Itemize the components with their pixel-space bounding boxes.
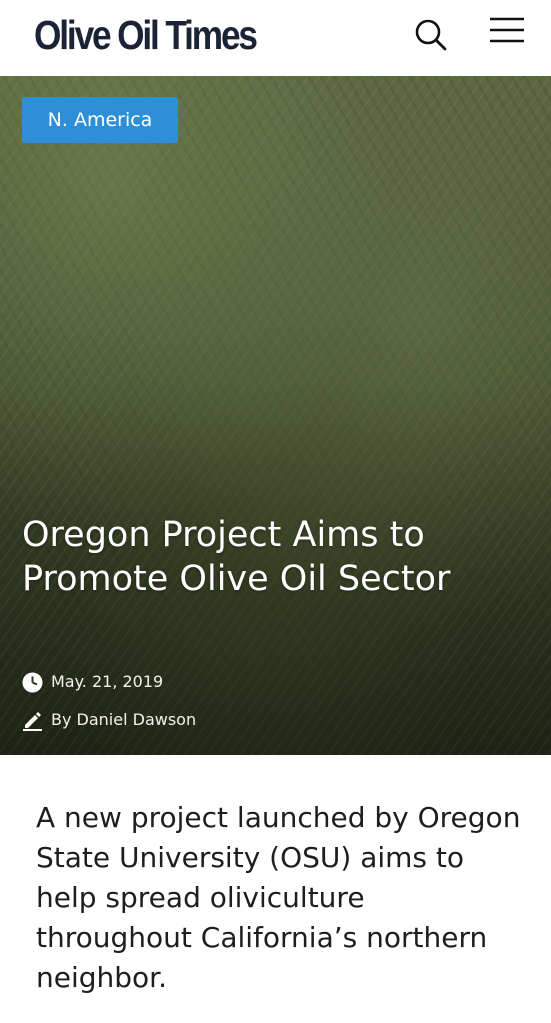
search-button[interactable] bbox=[410, 14, 450, 54]
category-badge[interactable]: N. America bbox=[22, 97, 178, 143]
article-date-text: May. 21, 2019 bbox=[51, 672, 164, 691]
article-author-text[interactable]: By Daniel Dawson bbox=[51, 707, 196, 733]
search-icon bbox=[415, 19, 447, 51]
hero-image-overlay bbox=[0, 76, 551, 755]
hamburger-menu-icon bbox=[490, 17, 524, 43]
clock-icon bbox=[22, 672, 43, 693]
site-header: Olive Oil Times bbox=[0, 0, 551, 76]
pencil-icon bbox=[23, 712, 42, 731]
article-lede: A new project launched by Oregon State U… bbox=[36, 801, 521, 994]
site-logo[interactable]: Olive Oil Times bbox=[34, 10, 258, 60]
article-title: Oregon Project Aims to Promote Olive Oil… bbox=[22, 515, 451, 599]
menu-button[interactable] bbox=[486, 14, 528, 50]
article-hero: N. America Oregon Project Aims to Promot… bbox=[0, 76, 551, 755]
